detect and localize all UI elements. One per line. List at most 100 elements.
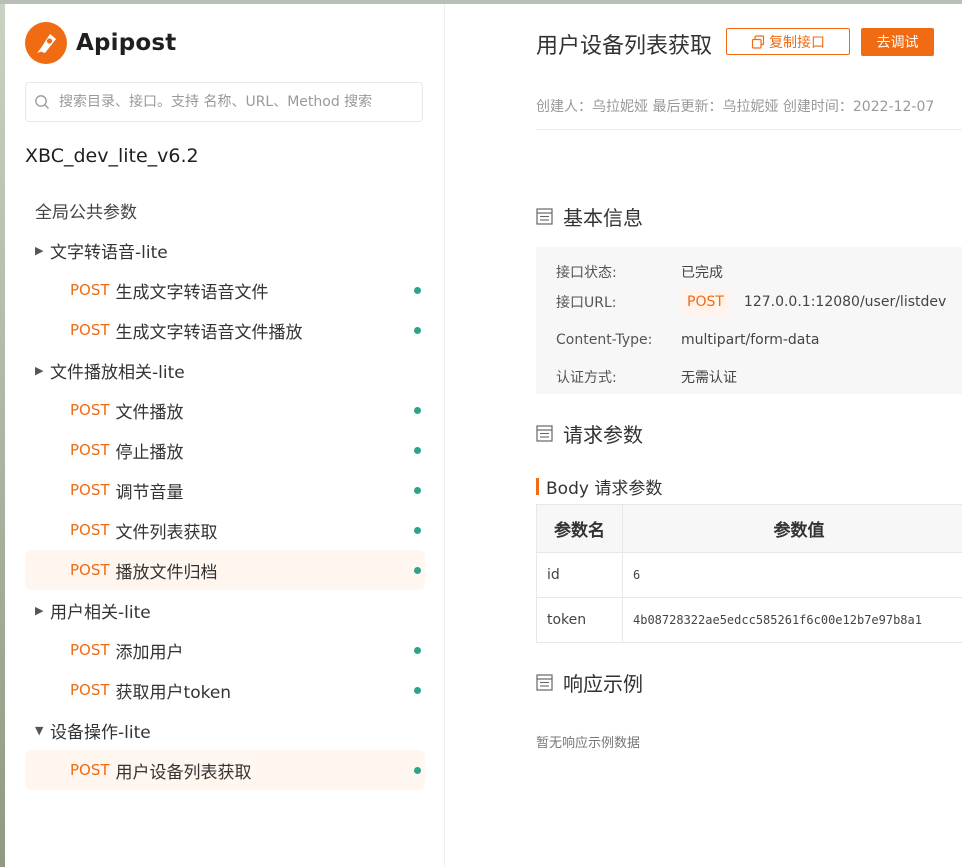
tree-folder-device[interactable]: ▼ 设备操作-lite xyxy=(25,710,425,750)
sidebar: Apipost XBC_dev_lite_v6.2 全局公共参数 ▶ 文字转语音… xyxy=(5,4,445,867)
table-header-row: 参数名 参数值 xyxy=(536,504,962,553)
copy-api-label: 复制接口 xyxy=(769,34,825,51)
info-status-row: 接口状态: 已完成 xyxy=(556,262,723,282)
caret-right-icon: ▶ xyxy=(35,603,44,617)
page-title: 用户设备列表获取 xyxy=(536,34,713,59)
status-dot-icon xyxy=(414,447,421,454)
app-logo: Apipost xyxy=(25,22,177,64)
debug-button[interactable]: 去调试 xyxy=(861,28,934,56)
tree-api-item[interactable]: POST 获取用户token xyxy=(25,670,425,710)
column-header: 参数名 xyxy=(536,504,623,553)
method-tag: POST xyxy=(70,281,110,299)
accent-bar xyxy=(536,478,539,495)
api-label: 播放文件归档 xyxy=(115,562,218,583)
api-label: 获取用户token xyxy=(115,682,232,703)
method-tag: POST xyxy=(70,481,110,499)
status-dot-icon xyxy=(414,767,421,774)
method-tag: POST xyxy=(70,521,110,539)
method-tag: POST xyxy=(70,441,110,459)
method-tag: POST xyxy=(70,641,110,659)
tree-api-item[interactable]: POST 文件播放 xyxy=(25,390,425,430)
search-box[interactable] xyxy=(25,82,423,122)
api-label: 添加用户 xyxy=(115,642,184,663)
tree-folder-tts[interactable]: ▶ 文字转语音-lite xyxy=(25,230,425,270)
folder-label: 文件播放相关-lite xyxy=(50,362,185,383)
search-input[interactable] xyxy=(57,93,411,111)
tree-api-item[interactable]: POST 生成文字转语音文件 xyxy=(25,270,425,310)
body-params-table: 参数名 参数值 id 6 token 4b08728322ae5edcc5852… xyxy=(536,504,962,643)
tree-api-item-selected[interactable]: POST 用户设备列表获取 xyxy=(25,750,425,790)
status-dot-icon xyxy=(414,487,421,494)
info-key: 接口URL: xyxy=(556,295,617,311)
tree-folder-user[interactable]: ▶ 用户相关-lite xyxy=(25,590,425,630)
debug-label: 去调试 xyxy=(876,35,919,51)
method-tag: POST xyxy=(70,761,110,779)
tree-item-label: 全局公共参数 xyxy=(35,202,137,223)
table-row: id 6 xyxy=(536,552,962,598)
info-key: 接口状态: xyxy=(556,265,617,281)
method-badge: POST xyxy=(681,289,730,315)
info-key: Content-Type: xyxy=(556,332,653,348)
tree-api-item[interactable]: POST 生成文字转语音文件播放 xyxy=(25,310,425,350)
body-params-title: Body 请求参数 xyxy=(536,474,662,499)
status-dot-icon xyxy=(414,287,421,294)
folder-label: 设备操作-lite xyxy=(50,722,151,743)
table-row: token 4b08728322ae5edcc585261f6c00e12b7e… xyxy=(536,597,962,643)
status-dot-icon xyxy=(414,647,421,654)
apipost-logo-icon xyxy=(25,22,67,64)
api-label: 停止播放 xyxy=(115,442,184,463)
tree-api-item[interactable]: POST 文件列表获取 xyxy=(25,510,425,550)
api-label: 生成文字转语音文件 xyxy=(115,282,269,303)
status-dot-icon xyxy=(414,527,421,534)
status-dot-icon xyxy=(414,567,421,574)
param-value: 4b08728322ae5edcc585261f6c00e12b7e97b8a1 xyxy=(622,597,962,643)
caret-down-icon: ▼ xyxy=(35,723,44,737)
method-tag: POST xyxy=(70,401,110,419)
api-label: 文件播放 xyxy=(115,402,184,423)
api-label: 文件列表获取 xyxy=(115,522,218,543)
section-title: 基本信息 xyxy=(563,206,643,230)
api-label: 生成文字转语音文件播放 xyxy=(115,322,303,343)
method-tag: POST xyxy=(70,561,110,579)
divider xyxy=(536,129,962,130)
tree-item-global-params[interactable]: 全局公共参数 xyxy=(25,190,425,230)
column-header: 参数值 xyxy=(622,504,962,553)
info-value: multipart/form-data xyxy=(681,332,820,348)
method-tag: POST xyxy=(70,321,110,339)
folder-label: 文字转语音-lite xyxy=(50,242,168,263)
tree-api-item[interactable]: POST 停止播放 xyxy=(25,430,425,470)
section-title: 请求参数 xyxy=(563,423,643,447)
param-value: 6 xyxy=(622,552,962,598)
tree-api-item[interactable]: POST 添加用户 xyxy=(25,630,425,670)
method-tag: POST xyxy=(70,681,110,699)
basic-info-box: 接口状态: 已完成 接口URL: POST 127.0.0.1:12080/us… xyxy=(536,247,962,394)
sub-title-label: Body 请求参数 xyxy=(546,479,663,499)
doc-meta: 创建人：乌拉妮娅 最后更新：乌拉妮娅 创建时间：2022-12-07 xyxy=(536,99,935,115)
status-dot-icon xyxy=(414,407,421,414)
document-icon xyxy=(536,425,553,442)
app-name: Apipost xyxy=(76,30,177,56)
caret-right-icon: ▶ xyxy=(35,243,44,257)
section-basic-info: 基本信息 xyxy=(536,202,643,231)
param-name: token xyxy=(536,597,623,643)
tree-folder-playback[interactable]: ▶ 文件播放相关-lite xyxy=(25,350,425,390)
tree-api-item[interactable]: POST 调节音量 xyxy=(25,470,425,510)
info-value: 127.0.0.1:12080/user/listdev xyxy=(743,294,947,310)
api-tree: 全局公共参数 ▶ 文字转语音-lite POST 生成文字转语音文件 POST … xyxy=(25,190,425,790)
api-label: 调节音量 xyxy=(115,482,184,503)
document-icon xyxy=(536,674,553,691)
api-label: 用户设备列表获取 xyxy=(115,762,252,783)
info-value: 无需认证 xyxy=(681,370,737,386)
status-dot-icon xyxy=(414,687,421,694)
search-icon xyxy=(35,95,49,109)
caret-right-icon: ▶ xyxy=(35,363,44,377)
response-empty-text: 暂无响应示例数据 xyxy=(536,736,641,751)
info-auth-row: 认证方式: 无需认证 xyxy=(556,367,737,387)
info-url-row: 接口URL: POST 127.0.0.1:12080/user/listdev xyxy=(556,289,946,315)
info-value: 已完成 xyxy=(681,265,723,281)
section-request-params: 请求参数 xyxy=(536,419,643,448)
tree-api-item-hovered[interactable]: POST 播放文件归档 xyxy=(25,550,425,590)
copy-api-button[interactable]: 复制接口 xyxy=(726,28,850,55)
status-dot-icon xyxy=(414,327,421,334)
copy-icon xyxy=(751,34,765,49)
